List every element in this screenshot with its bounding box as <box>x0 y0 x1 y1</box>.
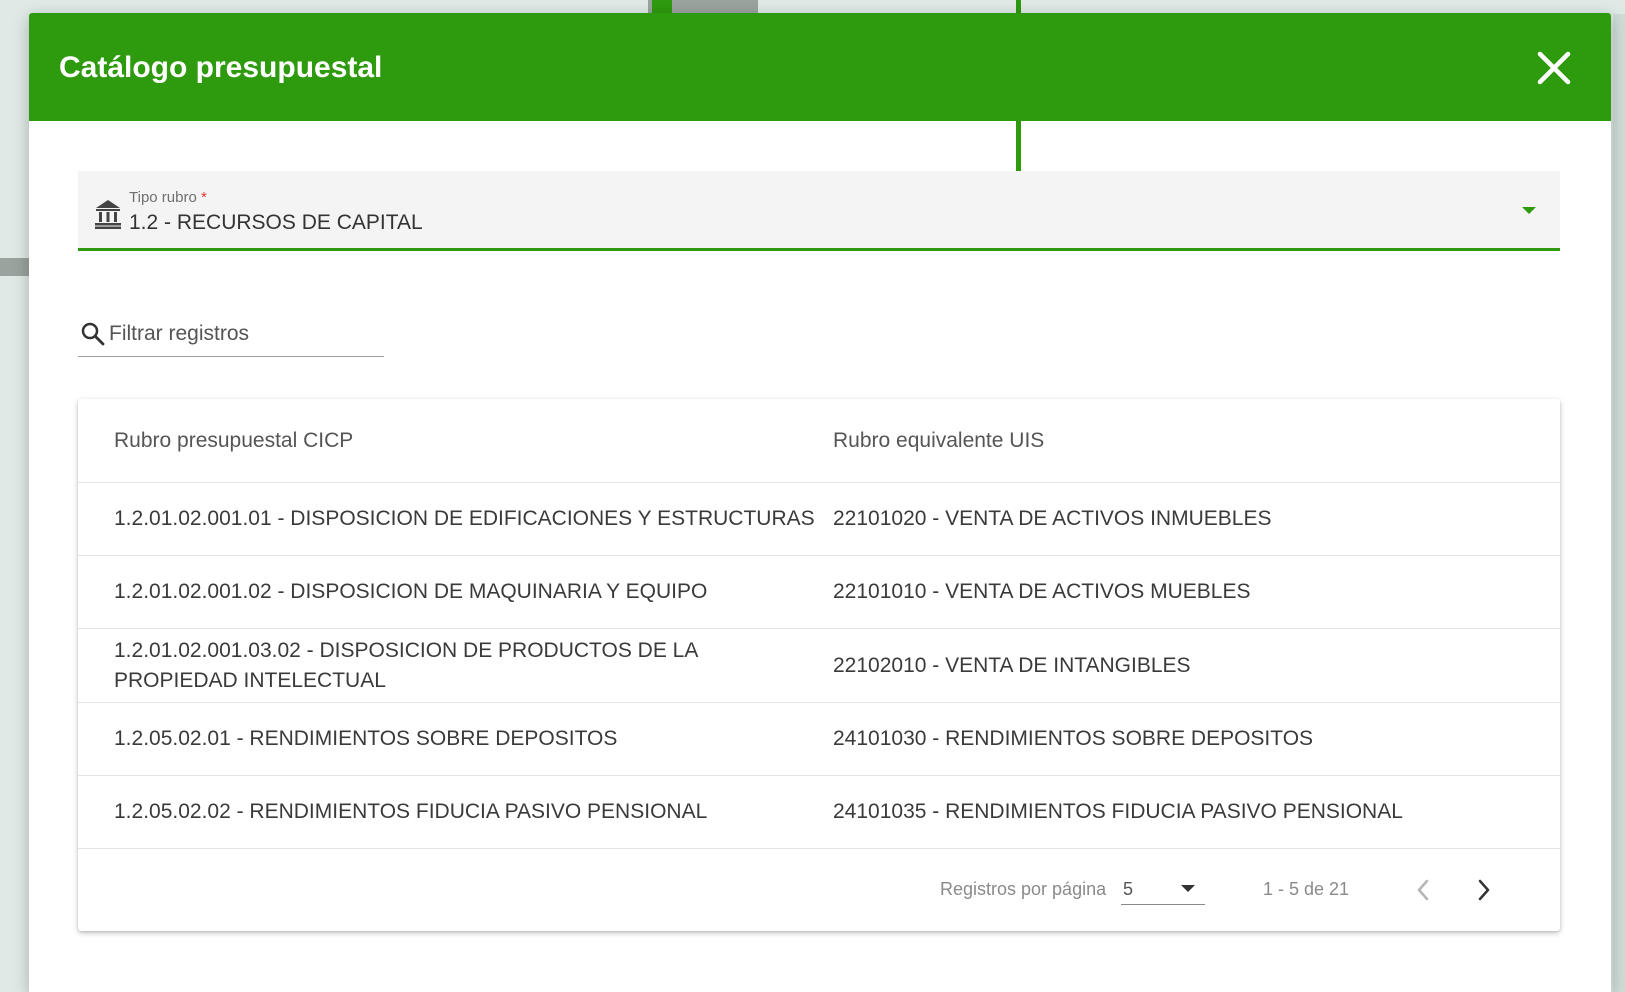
table-row[interactable]: 1.2.01.02.001.01 - DISPOSICION DE EDIFIC… <box>78 483 1560 556</box>
backdrop-left-fragment <box>0 258 32 276</box>
cell-cicp: 1.2.01.02.001.03.02 - DISPOSICION DE PRO… <box>114 639 698 692</box>
dialog-title: Catálogo presupuestal <box>59 51 383 84</box>
table-row[interactable]: 1.2.05.02.02 - RENDIMIENTOS FIDUCIA PASI… <box>78 776 1560 849</box>
close-icon <box>1537 51 1571 85</box>
dialog-header: Catálogo presupuestal <box>29 13 1611 121</box>
next-page-button[interactable] <box>1469 873 1499 907</box>
chevron-left-icon <box>1417 879 1429 901</box>
cell-uis: 24101030 - RENDIMIENTOS SOBRE DEPOSITOS <box>833 727 1314 750</box>
column-header-uis[interactable]: Rubro equivalente UIS <box>833 426 1044 456</box>
column-header-cicp[interactable]: Rubro presupuestal CICP <box>114 426 353 456</box>
table-row[interactable]: 1.2.05.02.01 - RENDIMIENTOS SOBRE DEPOSI… <box>78 703 1560 776</box>
annotation-arrow-top <box>1016 0 1021 14</box>
paginator: Registros por página 5 1 - 5 de 21 <box>78 849 1560 931</box>
tipo-rubro-label-text: Tipo rubro <box>129 189 197 206</box>
chevron-down-icon <box>1181 885 1195 892</box>
cell-uis: 22101010 - VENTA DE ACTIVOS MUEBLES <box>833 580 1251 603</box>
filter-input[interactable] <box>109 319 379 349</box>
tipo-rubro-select[interactable]: Tipo rubro * 1.2 - RECURSOS DE CAPITAL <box>78 171 1560 251</box>
cell-cicp: 1.2.05.02.02 - RENDIMIENTOS FIDUCIA PASI… <box>114 800 708 823</box>
bank-icon <box>95 200 121 229</box>
backdrop-right-fragment <box>1613 14 1625 992</box>
page-range-label: 1 - 5 de 21 <box>1263 879 1350 899</box>
tipo-rubro-value: 1.2 - RECURSOS DE CAPITAL <box>129 211 423 234</box>
search-icon <box>81 322 105 346</box>
backdrop-green-fragment <box>652 0 672 14</box>
cell-uis: 22101020 - VENTA DE ACTIVOS INMUEBLES <box>833 507 1272 530</box>
required-mark: * <box>200 189 207 206</box>
chevron-right-icon <box>1478 879 1490 901</box>
close-button[interactable] <box>1529 43 1579 93</box>
previous-page-button[interactable] <box>1408 873 1438 907</box>
filter-field <box>78 315 384 357</box>
items-per-page-value: 5 <box>1123 879 1134 899</box>
catalog-dialog: Catálogo presupuestal Tipo rubro * 1.2 -… <box>29 13 1611 992</box>
chevron-down-icon <box>1522 207 1536 214</box>
cell-cicp: 1.2.05.02.01 - RENDIMIENTOS SOBRE DEPOSI… <box>114 727 618 750</box>
items-per-page-label: Registros por página <box>940 879 1107 899</box>
catalog-table: Rubro presupuestal CICP Rubro equivalent… <box>78 399 1560 931</box>
tipo-rubro-label: Tipo rubro * <box>129 189 207 206</box>
table-row[interactable]: 1.2.01.02.001.03.02 - DISPOSICION DE PRO… <box>78 629 1560 703</box>
table-header-row: Rubro presupuestal CICP Rubro equivalent… <box>78 399 1560 483</box>
items-per-page-select[interactable]: 5 <box>1121 873 1205 905</box>
cell-uis: 24101035 - RENDIMIENTOS FIDUCIA PASIVO P… <box>833 800 1403 823</box>
cell-uis: 22102010 - VENTA DE INTANGIBLES <box>833 654 1191 677</box>
cell-cicp: 1.2.01.02.001.01 - DISPOSICION DE EDIFIC… <box>114 507 815 530</box>
cell-cicp: 1.2.01.02.001.02 - DISPOSICION DE MAQUIN… <box>114 580 708 603</box>
table-row[interactable]: 1.2.01.02.001.02 - DISPOSICION DE MAQUIN… <box>78 556 1560 629</box>
